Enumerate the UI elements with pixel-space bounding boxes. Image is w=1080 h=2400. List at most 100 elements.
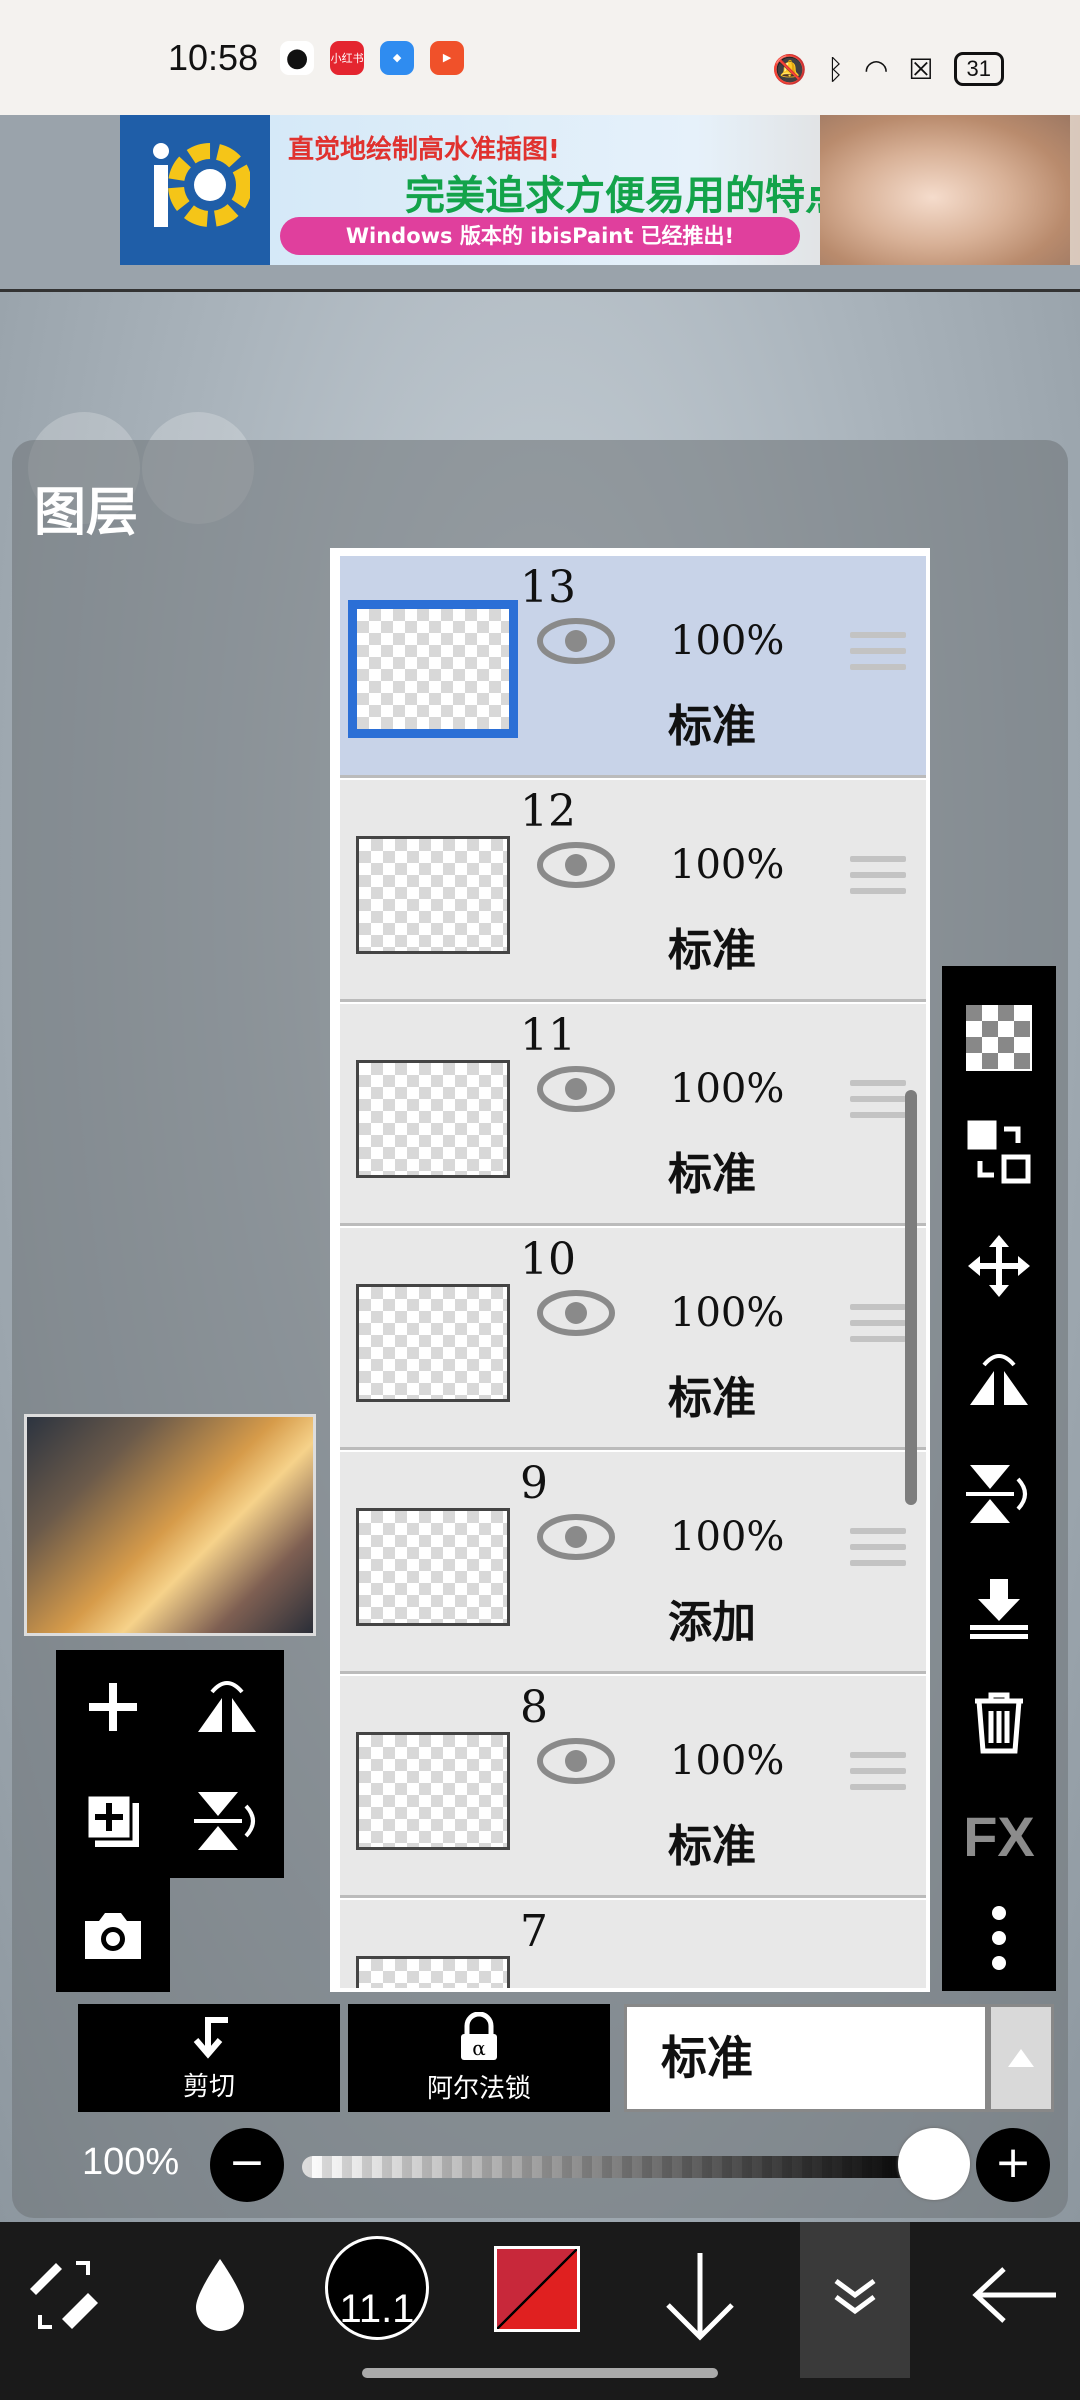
flip-vertical-icon[interactable] — [942, 1444, 1056, 1544]
wechat-icon: ● — [280, 40, 315, 75]
more-options-icon[interactable] — [942, 1888, 1056, 1988]
layer-number: 9 — [520, 1458, 548, 1509]
layer-number: 8 — [520, 1682, 548, 1733]
blur-tool-icon[interactable] — [180, 2222, 260, 2368]
flip-horizontal-icon[interactable] — [942, 1330, 1056, 1430]
layer-row[interactable]: 7 — [340, 1900, 926, 1988]
alpha-lock-button[interactable]: α 阿尔法锁 — [348, 2004, 610, 2112]
layer-thumbnail[interactable] — [356, 1508, 510, 1626]
drag-handle-icon[interactable] — [850, 1080, 906, 1128]
video-icon: ▶ — [430, 40, 465, 75]
status-bar: 10:58 ● 小红书 ◆ ▶ 🔕 ᛒ ◠ ☒ 31 — [0, 0, 1080, 115]
ad-banner[interactable]: 直觉地绘制高水准插图! 完美追求方便易用的特点! Windows 版本的 ibi… — [120, 115, 1080, 265]
layer-opacity[interactable]: 100% — [670, 1290, 784, 1336]
layer-thumbnail[interactable] — [348, 600, 518, 738]
layer-number: 7 — [520, 1906, 548, 1957]
flip-layer-vertical-icon[interactable] — [170, 1764, 284, 1878]
layer-tools-column: FX — [942, 966, 1056, 1991]
ad-tagline: 完美追求方便易用的特点! — [405, 173, 864, 219]
triangle-up-icon — [1008, 2049, 1034, 2067]
duplicate-layer-icon[interactable] — [56, 1764, 170, 1878]
layer-thumbnail[interactable] — [356, 1060, 510, 1178]
layer-opacity[interactable]: 100% — [670, 842, 784, 888]
layer-list-scrollbar[interactable] — [905, 1090, 917, 1505]
sim-icon: ☒ — [908, 52, 934, 86]
eye-icon[interactable] — [536, 840, 616, 890]
merge-down-icon[interactable] — [942, 1558, 1056, 1658]
chevron-down-icon — [810, 2222, 900, 2368]
fx-button[interactable]: FX — [942, 1786, 1056, 1886]
lock-icon: α — [461, 2011, 497, 2060]
layer-opacity[interactable]: 100% — [670, 1514, 784, 1560]
battery-indicator: 31 — [953, 52, 1004, 86]
cut-arrow-icon — [193, 2016, 228, 2059]
eye-icon[interactable] — [536, 1288, 616, 1338]
drag-handle-icon[interactable] — [850, 1752, 906, 1800]
status-time: 10:58 — [168, 36, 259, 78]
layer-thumbnail[interactable] — [356, 836, 510, 954]
alpha-lock-label: 阿尔法锁 — [426, 2073, 531, 2104]
svg-text:α: α — [472, 2036, 486, 2060]
ad-headline: 直觉地绘制高水准插图! — [288, 135, 560, 165]
layer-opacity[interactable]: 100% — [670, 618, 784, 664]
opacity-slider[interactable] — [302, 2156, 932, 2178]
status-right: 🔕 ᛒ ◠ ☒ 31 — [772, 52, 1004, 86]
add-layer-icon[interactable] — [56, 1650, 170, 1764]
layer-number: 10 — [520, 1234, 576, 1285]
ibispaint-logo — [120, 115, 270, 265]
blend-mode-select[interactable]: 标准 — [624, 2004, 988, 2112]
layer-blend-mode: 标准 — [668, 1149, 756, 1200]
layer-row[interactable]: 13 100% 标准 — [340, 556, 926, 778]
mute-icon: 🔕 — [772, 52, 808, 86]
eye-icon[interactable] — [536, 1064, 616, 1114]
drag-handle-icon[interactable] — [850, 856, 906, 904]
color-picker-button[interactable] — [494, 2246, 580, 2332]
layer-blend-mode: 标准 — [668, 1373, 756, 1424]
layer-row[interactable]: 8 100% 标准 — [340, 1676, 926, 1898]
cut-button[interactable]: 剪切 — [78, 2004, 340, 2112]
layer-number: 11 — [520, 1010, 576, 1061]
eye-icon[interactable] — [536, 1736, 616, 1786]
panel-title: 图层 — [34, 483, 139, 543]
layer-row[interactable]: 11 100% 标准 — [340, 1004, 926, 1226]
layer-blend-mode: 标准 — [668, 1821, 756, 1872]
opacity-slider-knob[interactable] — [898, 2128, 970, 2200]
opacity-decrease-button[interactable]: − — [210, 2128, 284, 2202]
layer-thumbnail[interactable] — [356, 1284, 510, 1402]
ad-windows-badge: Windows 版本的 ibisPaint 已经推出! — [280, 217, 800, 255]
transparency-icon[interactable] — [942, 988, 1056, 1088]
drag-handle-icon[interactable] — [850, 1304, 906, 1352]
layer-opacity[interactable]: 100% — [670, 1066, 784, 1112]
home-indicator[interactable] — [362, 2368, 718, 2378]
drag-handle-icon[interactable] — [850, 632, 906, 680]
back-arrow-icon[interactable] — [960, 2222, 1070, 2368]
swap-layers-icon[interactable] — [942, 1102, 1056, 1202]
wifi-icon: ◠ — [863, 52, 889, 86]
brush-size-button[interactable]: 11.1 — [325, 2236, 429, 2340]
layer-row[interactable]: 9 100% 添加 — [340, 1452, 926, 1674]
layer-row[interactable]: 10 100% 标准 — [340, 1228, 926, 1450]
layer-blend-mode: 标准 — [668, 925, 756, 976]
opacity-increase-button[interactable]: + — [976, 2128, 1050, 2202]
arrow-down-icon[interactable] — [650, 2222, 750, 2368]
brush-eraser-tool-icon[interactable] — [14, 2222, 114, 2368]
eye-icon[interactable] — [536, 1512, 616, 1562]
cut-label: 剪切 — [182, 2071, 235, 2102]
bluetooth-icon: ᛒ — [827, 52, 844, 86]
blend-mode-dropdown-button[interactable] — [988, 2004, 1054, 2112]
flip-layer-horizontal-icon[interactable] — [170, 1650, 284, 1764]
eye-icon[interactable] — [536, 616, 616, 666]
feishu-icon: ◆ — [380, 40, 415, 75]
camera-icon[interactable] — [56, 1878, 170, 1992]
drag-handle-icon[interactable] — [850, 1528, 906, 1576]
layer-row[interactable]: 12 100% 标准 — [340, 780, 926, 1002]
move-icon[interactable] — [942, 1216, 1056, 1316]
opacity-value: 100% — [82, 2141, 180, 2183]
layer-list[interactable]: 13 100% 标准 12 100% 标准 11 100% 标准 10 100%… — [330, 548, 930, 1992]
trash-icon[interactable] — [942, 1672, 1056, 1772]
layer-thumbnail[interactable] — [356, 1956, 510, 1988]
layer-thumbnail[interactable] — [356, 1732, 510, 1850]
layer-opacity[interactable]: 100% — [670, 1738, 784, 1784]
layer-blend-mode: 添加 — [668, 1597, 756, 1648]
ad-illustration — [820, 115, 1070, 265]
